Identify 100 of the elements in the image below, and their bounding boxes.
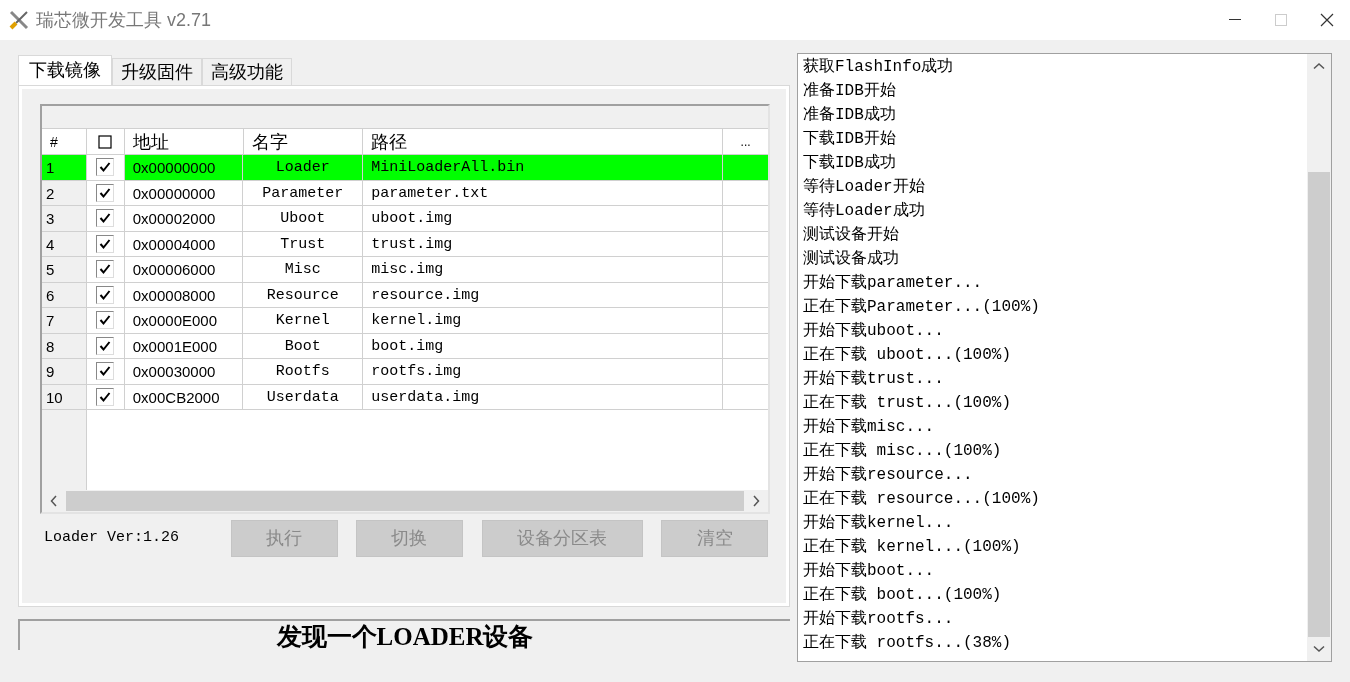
table-cell: 0x0000E000 bbox=[124, 308, 244, 333]
log-line: 测试设备成功 bbox=[803, 249, 900, 270]
row-number: 3 bbox=[42, 206, 87, 231]
scroll-up-icon[interactable] bbox=[1313, 62, 1325, 70]
table-cell: userdata.img bbox=[363, 384, 724, 409]
checkbox[interactable] bbox=[96, 285, 115, 304]
loader-version: Loader Ver:1.26 bbox=[43, 528, 181, 549]
table-cell: Parameter bbox=[243, 180, 364, 205]
log-line: 正在下载 boot...(100%) bbox=[803, 585, 1003, 606]
log-line: 准备IDB开始 bbox=[803, 81, 897, 102]
checkbox[interactable] bbox=[96, 209, 115, 228]
table-row[interactable]: 10 0x00CB2000 Userdata userdata.img bbox=[42, 384, 768, 410]
log-line: 开始下载parameter... bbox=[803, 273, 984, 294]
table-cell: Trust bbox=[243, 231, 364, 256]
scroll-down-icon[interactable] bbox=[1313, 645, 1325, 653]
table-cell: 0x00000000 bbox=[124, 180, 244, 205]
table-cell: 0x00008000 bbox=[124, 282, 244, 307]
scrollbar-thumb[interactable] bbox=[66, 491, 744, 511]
table-row[interactable]: 4 0x00004000 Trust trust.img bbox=[42, 231, 768, 257]
log-line: 正在下载 uboot...(100%) bbox=[803, 345, 1013, 366]
vertical-scrollbar[interactable] bbox=[1307, 54, 1331, 661]
row-number: 6 bbox=[42, 282, 87, 307]
table-cell: Rootfs bbox=[243, 359, 364, 384]
minimize-icon bbox=[1229, 19, 1241, 21]
log-line: 正在下载 resource...(100%) bbox=[803, 489, 1041, 510]
log-line: 准备IDB成功 bbox=[803, 105, 897, 126]
column-header[interactable]: 地址 bbox=[124, 129, 244, 154]
column-header[interactable]: 路径 bbox=[363, 129, 724, 154]
table-cell: parameter.txt bbox=[363, 180, 724, 205]
log-line: 正在下载 misc...(100%) bbox=[803, 441, 1003, 462]
table-row[interactable]: 2 0x00000000 Parameter parameter.txt bbox=[42, 180, 768, 206]
log-line: 开始下载uboot... bbox=[803, 321, 945, 342]
table-cell: kernel.img bbox=[363, 308, 724, 333]
table-cell: rootfs.img bbox=[363, 359, 724, 384]
column-header[interactable]: ... bbox=[723, 129, 768, 154]
log-line: 下载IDB开始 bbox=[803, 129, 897, 150]
checkbox[interactable] bbox=[96, 183, 115, 202]
table-row[interactable]: 1 0x00000000 Loader MiniLoaderAll.bin bbox=[42, 155, 768, 181]
table-cell: MiniLoaderAll.bin bbox=[363, 155, 724, 180]
log-line: 等待Loader成功 bbox=[803, 201, 926, 222]
table-row[interactable]: 6 0x00008000 Resource resource.img bbox=[42, 282, 768, 308]
table-cell: resource.img bbox=[363, 282, 724, 307]
close-icon bbox=[1320, 13, 1334, 27]
checkbox[interactable] bbox=[96, 260, 115, 279]
column-header[interactable]: # bbox=[42, 129, 87, 154]
checkbox[interactable] bbox=[96, 158, 115, 177]
log-line: 开始下载misc... bbox=[803, 417, 936, 438]
checkbox[interactable] bbox=[96, 362, 115, 381]
row-number: 7 bbox=[42, 308, 87, 333]
row-number: 8 bbox=[42, 333, 87, 358]
log-line: 等待Loader开始 bbox=[803, 177, 926, 198]
log-line: 获取FlashInfo成功 bbox=[803, 56, 955, 78]
scrollbar-thumb[interactable] bbox=[1308, 172, 1330, 637]
row-number: 1 bbox=[42, 155, 87, 180]
checkbox[interactable] bbox=[96, 311, 115, 330]
tools-icon bbox=[8, 9, 30, 31]
row-number: 4 bbox=[42, 231, 87, 256]
table-cell: Resource bbox=[243, 282, 364, 307]
table-cell: Uboot bbox=[243, 206, 364, 231]
table-row[interactable]: 5 0x00006000 Misc misc.img bbox=[42, 257, 768, 283]
log-line: 测试设备开始 bbox=[803, 225, 900, 246]
table-cell: misc.img bbox=[363, 257, 724, 282]
maximize-icon bbox=[1275, 14, 1287, 26]
table-cell: 0x00002000 bbox=[124, 206, 244, 231]
tab[interactable]: 高级功能 bbox=[202, 58, 292, 85]
table-cell: Loader bbox=[243, 155, 364, 180]
table-cell: Userdata bbox=[243, 384, 364, 409]
log-line: 开始下载trust... bbox=[803, 369, 945, 390]
table-cell: trust.img bbox=[363, 231, 724, 256]
log-line: 开始下载rootfs... bbox=[803, 609, 955, 630]
horizontal-scrollbar[interactable] bbox=[42, 490, 768, 512]
log-line: 下载IDB成功 bbox=[803, 153, 897, 174]
table-cell: 0x00030000 bbox=[124, 359, 244, 384]
table-cell: 0x00000000 bbox=[124, 155, 244, 180]
table-row[interactable]: 8 0x0001E000 Boot boot.img bbox=[42, 333, 768, 359]
table-cell: 0x00006000 bbox=[124, 257, 244, 282]
table-row[interactable]: 9 0x00030000 Rootfs rootfs.img bbox=[42, 359, 768, 385]
log-line: 正在下载 rootfs...(38%) bbox=[803, 633, 1013, 654]
scroll-left-icon[interactable] bbox=[50, 495, 58, 507]
table-cell: boot.img bbox=[363, 333, 724, 358]
table-cell: Misc bbox=[243, 257, 364, 282]
log-line: 正在下载 kernel...(100%) bbox=[803, 537, 1022, 558]
table-row[interactable]: 7 0x0000E000 Kernel kernel.img bbox=[42, 308, 768, 334]
row-number: 10 bbox=[42, 384, 87, 409]
table-row[interactable]: 3 0x00002000 Uboot uboot.img bbox=[42, 206, 768, 232]
checkbox[interactable] bbox=[96, 387, 115, 406]
table-cell: Kernel bbox=[243, 308, 364, 333]
scroll-right-icon[interactable] bbox=[752, 495, 760, 507]
row-number: 2 bbox=[42, 180, 87, 205]
tab[interactable]: 下载镜像 bbox=[18, 55, 112, 85]
checkbox[interactable] bbox=[96, 336, 115, 355]
table-cell: 0x00004000 bbox=[124, 231, 244, 256]
log-line: 开始下载boot... bbox=[803, 561, 936, 582]
checkbox-icon[interactable] bbox=[98, 134, 113, 149]
table-cell: 0x00CB2000 bbox=[124, 384, 244, 409]
checkbox[interactable] bbox=[96, 234, 115, 253]
log-line: 开始下载resource... bbox=[803, 465, 974, 486]
table-cell: uboot.img bbox=[363, 206, 724, 231]
tab[interactable]: 升级固件 bbox=[112, 58, 202, 85]
column-header[interactable]: 名字 bbox=[243, 129, 364, 154]
